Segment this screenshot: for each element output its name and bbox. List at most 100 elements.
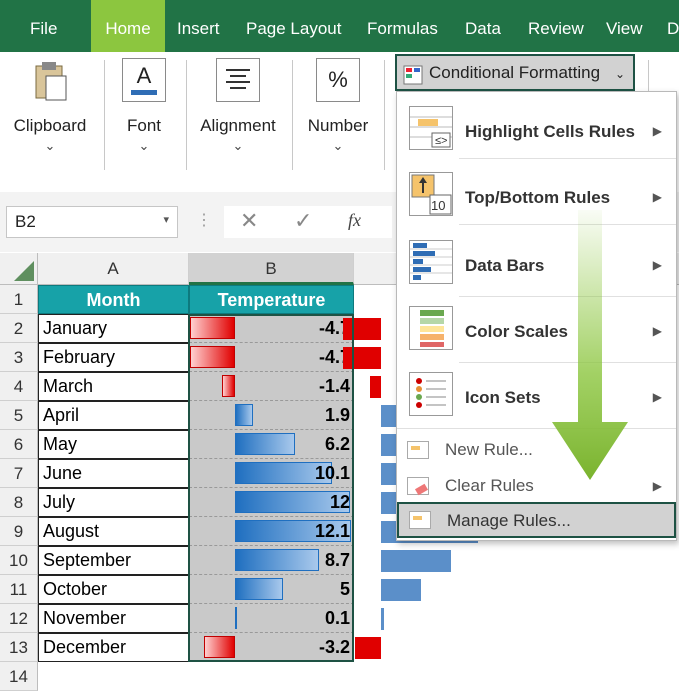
name-box[interactable]: B2 ▾ [6, 206, 178, 238]
cell-month[interactable]: May [38, 430, 189, 459]
row-header[interactable]: 8 [0, 488, 38, 517]
cell-month[interactable]: November [38, 604, 189, 633]
grip-icon: ⋮ [196, 212, 212, 229]
chevron-right-icon: ▶ [652, 324, 662, 338]
tab-formulas[interactable]: Formulas [367, 0, 438, 52]
select-all-button[interactable] [0, 253, 38, 285]
header-cell-temperature[interactable]: Temperature [189, 285, 354, 314]
row-header[interactable]: 13 [0, 633, 38, 662]
data-bars-icon [409, 240, 453, 284]
temperature-value: 12 [329, 492, 350, 512]
chevron-down-icon: ⌄ [138, 138, 150, 153]
row-header[interactable]: 9 [0, 517, 38, 546]
column-header-b[interactable]: B [189, 253, 354, 285]
tab-insert[interactable]: Insert [177, 0, 220, 52]
tab-file[interactable]: File [30, 0, 57, 52]
negative-data-bar [189, 317, 235, 339]
enter-icon[interactable]: ✓ [294, 208, 312, 234]
temperature-value: 5 [339, 579, 350, 599]
cell-temperature[interactable]: -3.2 [189, 633, 354, 662]
clipboard-group[interactable]: Clipboard ⌄ [0, 52, 100, 154]
formula-buttons: ✕ ✓ fx [224, 206, 392, 238]
cell-temperature[interactable]: 6.2 [189, 430, 354, 459]
tab-view[interactable]: View [606, 0, 643, 52]
header-cell-month[interactable]: Month [38, 285, 189, 314]
temperature-value: 10.1 [314, 463, 350, 483]
cell-month[interactable]: April [38, 401, 189, 430]
row-header[interactable]: 1 [0, 285, 38, 314]
cell-temperature[interactable]: 5 [189, 575, 354, 604]
chevron-down-icon: ⌄ [614, 67, 625, 81]
cell-temperature[interactable]: 12 [189, 488, 354, 517]
conditional-formatting-button[interactable]: Conditional Formatting ⌄ [395, 54, 635, 91]
row-header[interactable]: 5 [0, 401, 38, 430]
new-rule-icon [407, 441, 429, 459]
insert-function-icon[interactable]: fx [348, 210, 361, 231]
temperature-value: 1.9 [324, 405, 350, 425]
row-header[interactable]: 2 [0, 314, 38, 343]
svg-text:≤>: ≤> [435, 135, 447, 147]
font-label: Font [126, 116, 162, 135]
font-group[interactable]: A Font ⌄ [112, 52, 176, 154]
cell-month[interactable]: January [38, 314, 189, 343]
alignment-icon [216, 58, 260, 102]
cell-temperature[interactable]: -4.7 [189, 343, 354, 372]
chevron-right-icon: ▶ [652, 124, 662, 138]
tab-overflow[interactable]: D [667, 0, 679, 52]
chevron-right-icon: ▶ [652, 390, 662, 404]
row-header[interactable]: 11 [0, 575, 38, 604]
ribbon-divider [186, 60, 187, 170]
menu-item-manage-rules[interactable]: Manage Rules... [397, 502, 676, 538]
tab-home[interactable]: Home [91, 0, 165, 52]
color-scales-icon [409, 306, 453, 350]
tab-page-layout[interactable]: Page Layout [246, 0, 341, 52]
cell-month[interactable]: March [38, 372, 189, 401]
cell-temperature[interactable]: -4.7 [189, 314, 354, 343]
row-header[interactable]: 14 [0, 662, 38, 691]
cancel-icon[interactable]: ✕ [240, 208, 258, 234]
row-header[interactable]: 12 [0, 604, 38, 633]
cell-month[interactable]: August [38, 517, 189, 546]
positive-data-bar [381, 579, 421, 601]
ribbon-divider [292, 60, 293, 170]
cell-temperature[interactable]: 12.1 [189, 517, 354, 546]
cell-month[interactable]: July [38, 488, 189, 517]
number-group[interactable]: % Number ⌄ [300, 52, 376, 154]
temperature-value: 8.7 [324, 550, 350, 570]
row-header[interactable]: 3 [0, 343, 38, 372]
column-header-a[interactable]: A [38, 253, 189, 285]
positive-data-bar [235, 433, 295, 455]
clipboard-label: Clipboard [13, 116, 87, 135]
negative-data-bar [369, 376, 381, 398]
menu-item-highlight-cells-rules[interactable]: ≤> Highlight Cells Rules ▶ [397, 100, 676, 162]
cell-temperature[interactable]: -1.4 [189, 372, 354, 401]
alignment-label: Alignment [200, 116, 276, 135]
menu-item-label: Clear Rules [445, 476, 534, 495]
row-header[interactable]: 4 [0, 372, 38, 401]
row-header[interactable]: 10 [0, 546, 38, 575]
alignment-group[interactable]: Alignment ⌄ [192, 52, 284, 154]
conditional-formatting-icon [403, 63, 423, 85]
ribbon-divider [104, 60, 105, 170]
temperature-value: 12.1 [314, 521, 350, 541]
cell-temperature[interactable]: 1.9 [189, 401, 354, 430]
cell-month[interactable]: February [38, 343, 189, 372]
cell-temperature[interactable]: 8.7 [189, 546, 354, 575]
chevron-down-icon[interactable]: ▾ [163, 213, 169, 226]
cell-month[interactable]: September [38, 546, 189, 575]
row-header[interactable]: 6 [0, 430, 38, 459]
chevron-down-icon: ⌄ [44, 138, 56, 153]
ribbon-tab-bar: File Home Insert Page Layout Formulas Da… [0, 0, 679, 52]
chevron-right-icon: ▶ [652, 258, 662, 272]
cell-month[interactable]: October [38, 575, 189, 604]
cell-temperature[interactable]: 10.1 [189, 459, 354, 488]
tab-data[interactable]: Data [465, 0, 501, 52]
cell-month[interactable]: December [38, 633, 189, 662]
conditional-formatting-label: Conditional Formatting [429, 63, 601, 82]
tab-review[interactable]: Review [528, 0, 584, 52]
row-header[interactable]: 7 [0, 459, 38, 488]
cell-month[interactable]: June [38, 459, 189, 488]
chevron-down-icon: ⌄ [232, 138, 244, 153]
cell-temperature[interactable]: 0.1 [189, 604, 354, 633]
chevron-right-icon: ▶ [652, 479, 662, 493]
